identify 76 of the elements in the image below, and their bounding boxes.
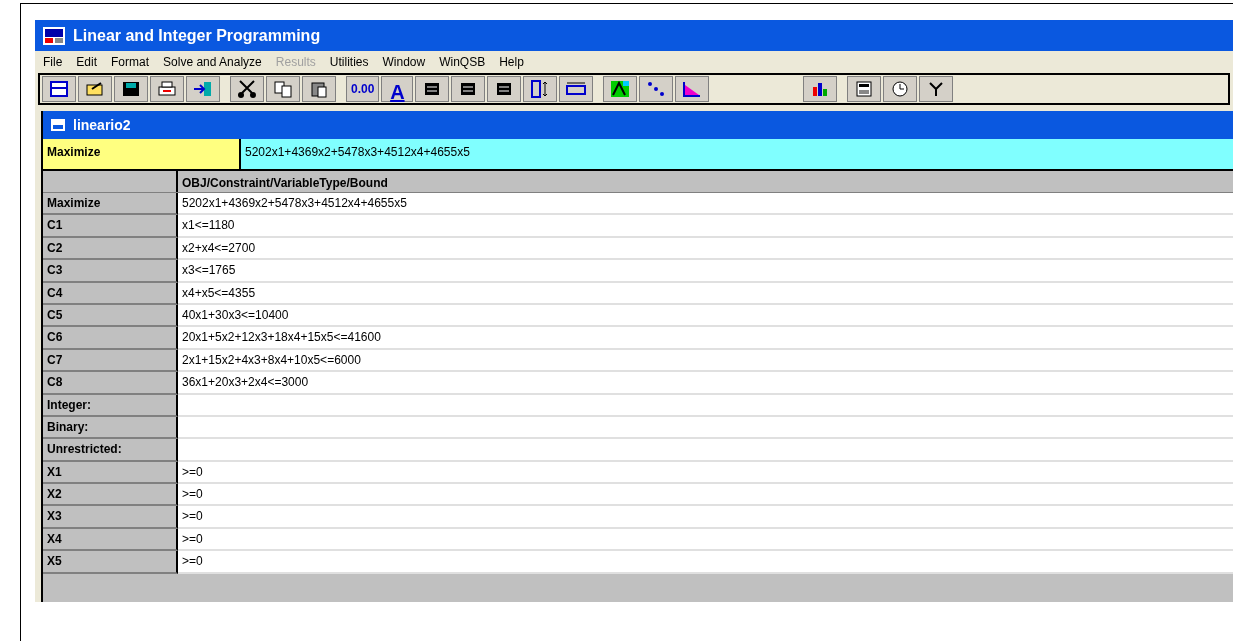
- save-button[interactable]: [114, 76, 148, 102]
- row-header: X1: [43, 461, 178, 485]
- copy-icon: [272, 79, 294, 99]
- menu-item[interactable]: Solve and Analyze: [163, 53, 262, 71]
- table-cell[interactable]: >=0: [178, 551, 1233, 574]
- table-cell[interactable]: 20x1+5x2+12x3+18x4+15x5<=41600: [178, 327, 1233, 350]
- row-header: C6: [43, 327, 178, 350]
- table-cell[interactable]: x4+x5<=4355: [178, 282, 1233, 305]
- table-cell[interactable]: 36x1+20x3+2x4<=3000: [178, 372, 1233, 395]
- save-icon: [120, 79, 142, 99]
- table-cell[interactable]: >=0: [178, 461, 1233, 485]
- menu-item[interactable]: File: [43, 53, 63, 71]
- spreadsheet-icon: [48, 79, 70, 99]
- row-header: C5: [43, 304, 178, 328]
- copy-button[interactable]: [266, 76, 300, 102]
- row-header: X5: [43, 551, 178, 574]
- dots-graph-button[interactable]: [639, 76, 674, 102]
- folder-button[interactable]: [78, 76, 112, 102]
- row-header: X3: [43, 506, 178, 529]
- font-button[interactable]: A: [381, 76, 414, 102]
- align-center-button[interactable]: [451, 76, 486, 102]
- document-title: lineario2: [73, 115, 131, 135]
- menu-item[interactable]: Format: [111, 53, 150, 71]
- menu-item[interactable]: WinQSB: [439, 53, 486, 71]
- row-header: X4: [43, 528, 178, 552]
- row-header: X2: [43, 484, 178, 507]
- app-logo-icon: [43, 26, 65, 45]
- row-header: C8: [43, 372, 178, 395]
- menu-item[interactable]: Help: [499, 53, 524, 71]
- print-button[interactable]: [150, 76, 184, 102]
- paste-button[interactable]: [302, 76, 336, 102]
- calculator-button[interactable]: [847, 76, 882, 102]
- scissors-icon: [236, 79, 258, 99]
- row-header: Integer:: [43, 394, 178, 417]
- align-left-button[interactable]: [415, 76, 450, 102]
- menu-item[interactable]: Utilities: [329, 53, 369, 71]
- column-width-button[interactable]: [523, 76, 558, 102]
- row-header: C3: [43, 260, 178, 283]
- row-header: C4: [43, 282, 178, 305]
- document-icon: [51, 119, 65, 131]
- exit-arrow-icon: [192, 79, 214, 99]
- clock-button[interactable]: [883, 76, 918, 102]
- exit-arrow-button[interactable]: [186, 76, 220, 102]
- folder-icon: [84, 79, 106, 99]
- objective-label: Maximize: [43, 139, 241, 169]
- table-cell[interactable]: 5202x1+4369x2+5478x3+4512x4+4655x5: [178, 193, 1233, 216]
- table-cell[interactable]: x2+x4<=2700: [178, 237, 1233, 261]
- table-cell[interactable]: 40x1+30x3<=10400: [178, 304, 1233, 328]
- objective-field[interactable]: 5202x1+4369x2+5478x3+4512x4+4655x5: [241, 139, 1233, 169]
- paste-icon: [308, 79, 330, 99]
- spreadsheet-button[interactable]: [42, 76, 76, 102]
- window-title: Linear and Integer Programming: [73, 25, 321, 46]
- table-cell[interactable]: >=0: [178, 484, 1233, 507]
- row-header: Unrestricted:: [43, 439, 178, 462]
- solve-icon: [609, 79, 632, 99]
- decimal-format-button[interactable]: 0.00: [346, 76, 380, 102]
- row-header: Maximize: [43, 193, 178, 216]
- align-right-button[interactable]: [487, 76, 522, 102]
- print-icon: [156, 79, 178, 99]
- menu-item[interactable]: Window: [382, 53, 426, 71]
- row-header: C2: [43, 237, 178, 261]
- scissors-button[interactable]: [230, 76, 264, 102]
- column-header: OBJ/Constraint/VariableType/Bound: [181, 175, 389, 192]
- row-header: Binary:: [43, 416, 178, 440]
- table-cell[interactable]: >=0: [178, 528, 1233, 552]
- table-cell[interactable]: >=0: [178, 506, 1233, 529]
- menu-item[interactable]: Edit: [76, 53, 98, 71]
- table-cell[interactable]: 2x1+15x2+4x3+8x4+10x5<=6000: [178, 349, 1233, 373]
- table-cell[interactable]: x3<=1765: [178, 260, 1233, 283]
- row-header: C7: [43, 349, 178, 373]
- area-chart-button[interactable]: [675, 76, 710, 102]
- solve-button[interactable]: [603, 76, 638, 102]
- row-height-button[interactable]: [559, 76, 594, 102]
- table-cell[interactable]: x1<=1180: [178, 215, 1233, 238]
- bar-chart-button[interactable]: [803, 76, 838, 102]
- row-header: C1: [43, 215, 178, 238]
